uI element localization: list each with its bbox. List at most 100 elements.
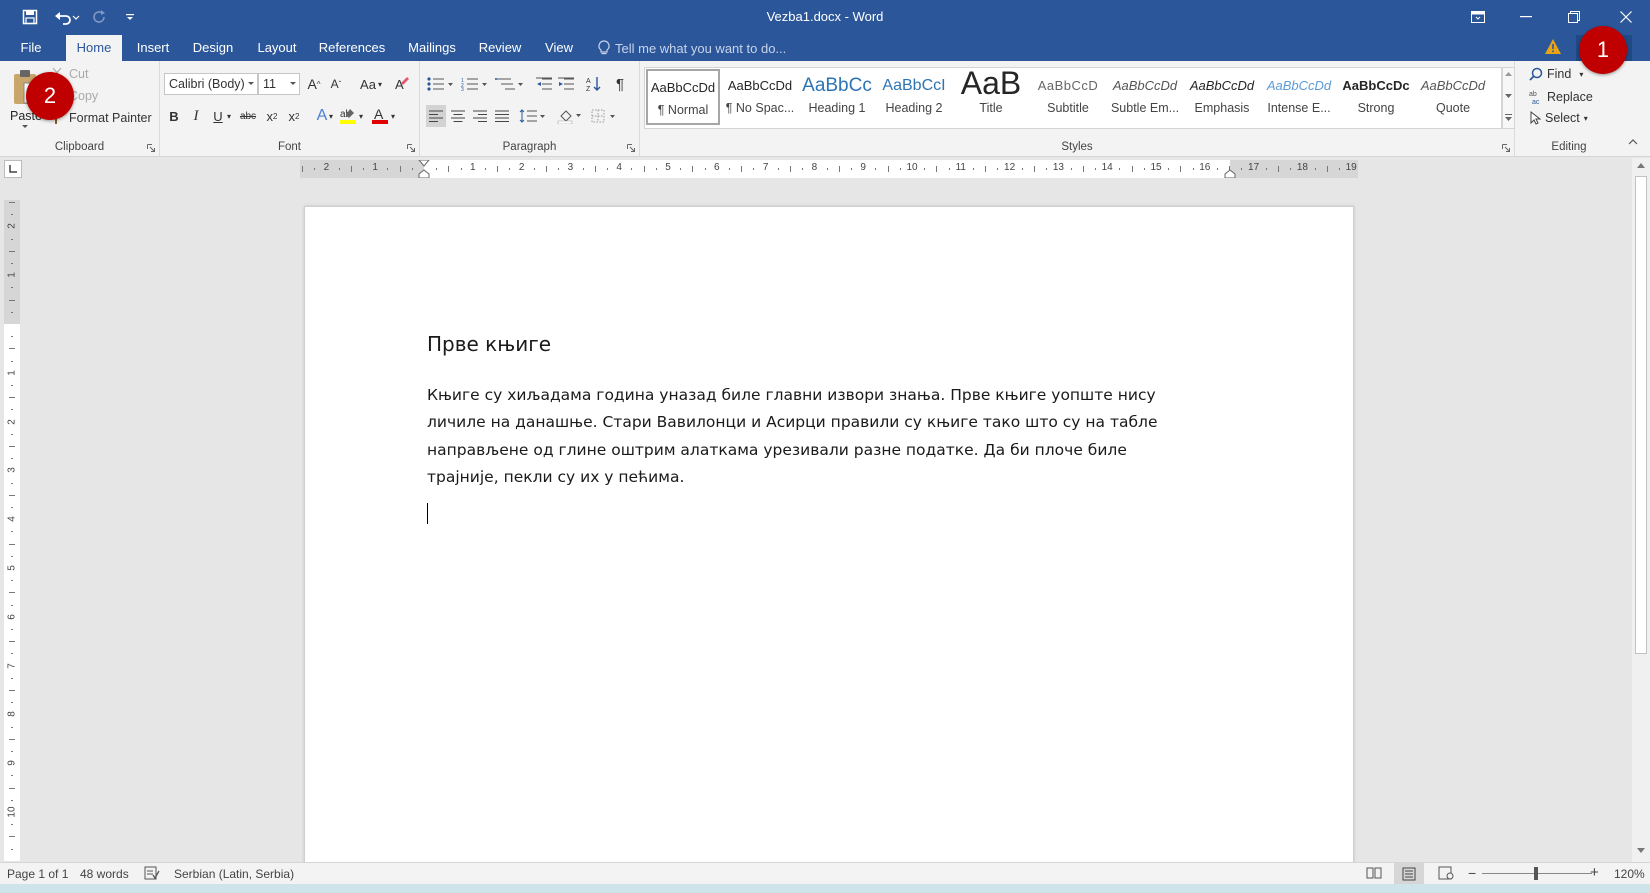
- bold-icon[interactable]: B: [164, 105, 184, 127]
- ruler-tick-label: 18: [1296, 162, 1308, 173]
- superscript-icon[interactable]: x2: [284, 105, 304, 127]
- strikethrough-icon[interactable]: abc: [236, 105, 260, 127]
- tab-home[interactable]: Home: [66, 35, 122, 61]
- font-name-dropdown[interactable]: Calibri (Body): [164, 73, 258, 95]
- first-line-indent-marker[interactable]: [418, 160, 430, 178]
- right-indent-marker[interactable]: [1224, 164, 1236, 178]
- proofing-icon[interactable]: [144, 866, 160, 880]
- replace-button[interactable]: ab ac Replace: [1529, 89, 1593, 105]
- dialog-launcher-icon[interactable]: [407, 144, 415, 152]
- vertical-ruler[interactable]: 2 1 1 2 3 4 5 6 7 8 9 10: [4, 200, 20, 861]
- zoom-out-icon[interactable]: −: [1468, 866, 1476, 880]
- style-intense-emphasis[interactable]: AaBbCcDd Intense E...: [1262, 69, 1336, 125]
- style-subtitle[interactable]: AaBbCcD Subtitle: [1031, 69, 1105, 125]
- tab-file[interactable]: File: [10, 35, 52, 61]
- document-paragraph[interactable]: Књиге су хиљадама година уназад биле гла…: [427, 382, 1158, 491]
- paragraph-group-label: Paragraph: [502, 141, 557, 153]
- align-center-icon[interactable]: [448, 105, 468, 127]
- style-normal[interactable]: AaBbCcDd ¶ Normal: [646, 69, 720, 125]
- subscript-icon[interactable]: x2: [262, 105, 282, 127]
- shrink-font-icon[interactable]: Aˇ: [326, 73, 346, 95]
- tab-layout[interactable]: Layout: [250, 35, 304, 61]
- align-right-icon[interactable]: [470, 105, 490, 127]
- style-no-spacing[interactable]: AaBbCcDd ¶ No Spac...: [723, 69, 797, 125]
- ruler-tick: [11, 555, 13, 557]
- horizontal-ruler[interactable]: 2 1 1 2 3 4 5 6 7 8 9 10 11 12 13 14 15 16 17 18 19: [300, 160, 1358, 178]
- decrease-indent-icon[interactable]: [534, 73, 554, 95]
- highlight-color-icon[interactable]: ab: [338, 105, 358, 127]
- multilevel-list-icon[interactable]: [494, 73, 526, 95]
- tell-me-box[interactable]: Tell me what you want to do...: [598, 35, 786, 61]
- show-formatting-marks-icon[interactable]: ¶: [610, 73, 630, 95]
- chevron-down-icon[interactable]: ▾: [224, 105, 234, 127]
- shading-icon[interactable]: [556, 105, 586, 127]
- find-button[interactable]: Find ▾: [1529, 67, 1583, 81]
- annotation-badge-2: 2: [26, 72, 74, 120]
- change-case-button[interactable]: Aa ▾: [356, 73, 386, 95]
- style-quote[interactable]: AaBbCcDd Quote: [1416, 69, 1490, 125]
- tab-mailings[interactable]: Mailings: [400, 35, 464, 61]
- scrollbar-thumb[interactable]: [1635, 176, 1647, 654]
- chevron-down-icon[interactable]: ▾: [326, 105, 336, 127]
- chevron-up-icon[interactable]: [1637, 163, 1645, 168]
- chevron-down-icon[interactable]: [1637, 848, 1645, 853]
- styles-gallery-scroll[interactable]: [1502, 67, 1515, 129]
- dialog-launcher-icon[interactable]: [1502, 144, 1510, 152]
- dialog-launcher-icon[interactable]: [627, 144, 635, 152]
- tab-selector-icon[interactable]: [4, 160, 22, 178]
- chevron-down-icon[interactable]: ▾: [388, 105, 398, 127]
- font-size-dropdown[interactable]: 11: [258, 73, 300, 95]
- ruler-tick: [1168, 168, 1170, 170]
- select-button[interactable]: Select ▾: [1529, 111, 1588, 125]
- vertical-scrollbar[interactable]: [1632, 158, 1650, 862]
- style-emphasis[interactable]: AaBbCcDd Emphasis: [1185, 69, 1259, 125]
- bullets-icon[interactable]: [426, 73, 456, 95]
- line-spacing-icon[interactable]: [518, 105, 548, 127]
- justify-icon[interactable]: [492, 105, 512, 127]
- language-indicator[interactable]: Serbian (Latin, Serbia): [174, 867, 294, 881]
- chevron-down-icon[interactable]: ▾: [356, 105, 366, 127]
- grow-font-icon[interactable]: A ^: [304, 73, 324, 95]
- warning-icon[interactable]: [1544, 38, 1562, 56]
- chevron-down-icon[interactable]: [1505, 94, 1512, 98]
- tab-view[interactable]: View: [536, 35, 582, 61]
- more-styles-icon[interactable]: [1505, 114, 1512, 121]
- ruler-tick-label: 2: [518, 162, 525, 173]
- collapse-ribbon-icon[interactable]: [1628, 139, 1638, 145]
- style-name: Title: [979, 101, 1003, 115]
- print-layout-icon[interactable]: [1394, 863, 1424, 884]
- font-color-icon[interactable]: A: [370, 105, 390, 127]
- style-subtle-emphasis[interactable]: AaBbCcDd Subtle Em...: [1108, 69, 1182, 125]
- tab-insert[interactable]: Insert: [128, 35, 178, 61]
- style-strong[interactable]: AaBbCcDc Strong: [1339, 69, 1413, 125]
- italic-icon[interactable]: I: [186, 105, 206, 127]
- svg-text:3: 3: [461, 87, 464, 91]
- style-heading-1[interactable]: AaBbCc Heading 1: [800, 69, 874, 125]
- borders-icon[interactable]: [590, 105, 620, 127]
- increase-indent-icon[interactable]: [556, 73, 576, 95]
- web-layout-icon[interactable]: [1438, 866, 1454, 880]
- align-left-icon[interactable]: [426, 105, 446, 127]
- zoom-level[interactable]: 120%: [1614, 867, 1645, 881]
- style-title[interactable]: AaB Title: [954, 69, 1028, 125]
- style-heading-2[interactable]: AaBbCcI Heading 2: [877, 69, 951, 125]
- word-count[interactable]: 48 words: [80, 867, 129, 881]
- dialog-launcher-icon[interactable]: [147, 144, 155, 152]
- zoom-slider-thumb[interactable]: [1534, 867, 1538, 880]
- chevron-up-icon[interactable]: [1505, 72, 1512, 76]
- ribbon-display-options-icon[interactable]: [1454, 0, 1502, 34]
- minimize-icon[interactable]: [1502, 0, 1550, 34]
- numbering-icon[interactable]: 123: [460, 73, 490, 95]
- page-count[interactable]: Page 1 of 1: [7, 867, 68, 881]
- tab-review[interactable]: Review: [474, 35, 526, 61]
- zoom-in-icon[interactable]: +: [1590, 865, 1599, 880]
- tab-design[interactable]: Design: [186, 35, 240, 61]
- tab-references[interactable]: References: [314, 35, 390, 61]
- sort-icon[interactable]: AZ: [584, 73, 604, 95]
- ruler-tick: [607, 168, 608, 170]
- read-mode-icon[interactable]: [1366, 866, 1382, 880]
- document-heading[interactable]: Прве књиге: [427, 332, 551, 356]
- document-page[interactable]: Прве књиге Књиге су хиљадама година уназ…: [304, 206, 1354, 866]
- ruler-tick: [1143, 168, 1145, 170]
- clear-formatting-icon[interactable]: A: [392, 73, 412, 95]
